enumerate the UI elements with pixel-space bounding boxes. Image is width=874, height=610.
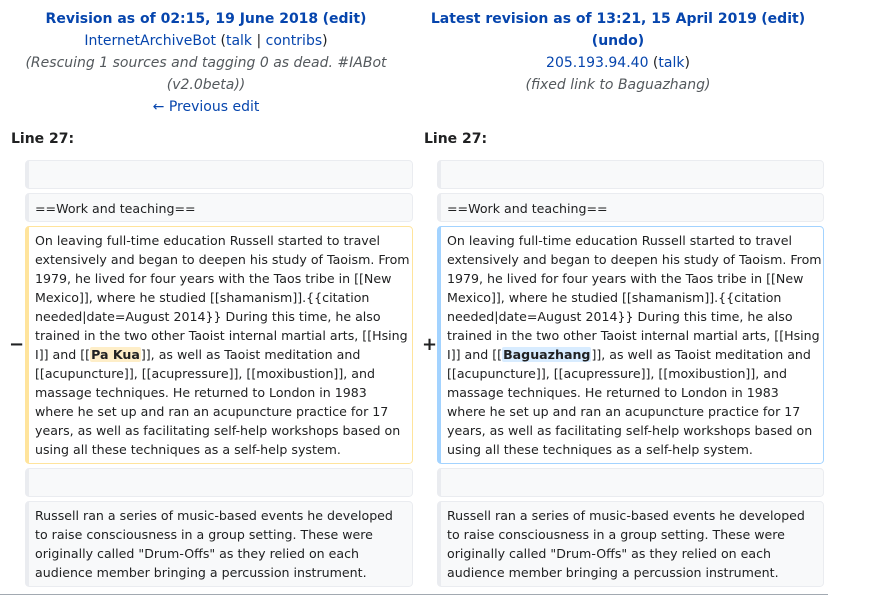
old-edit-link[interactable]: edit	[329, 11, 360, 27]
old-user-contribs-link[interactable]: contribs	[266, 33, 322, 49]
old-user-talk-link[interactable]: talk	[226, 33, 252, 49]
added-line-marker: +	[422, 334, 438, 355]
deleted-paragraph: On leaving full-time education Russell s…	[25, 226, 413, 464]
old-line-number: Line 27:	[11, 131, 75, 147]
new-user-talk-link[interactable]: talk	[658, 55, 684, 71]
new-edit-summary: (fixed link to Baguazhang)	[525, 77, 711, 93]
new-context-empty	[437, 160, 824, 189]
added-word: Baguazhang	[502, 347, 592, 362]
old-context-empty-2	[25, 468, 413, 497]
diff-bottom-divider	[0, 594, 828, 595]
old-context-empty	[25, 160, 413, 189]
undo-link[interactable]: undo	[598, 33, 638, 49]
old-user-link[interactable]: InternetArchiveBot	[84, 33, 216, 49]
new-context-paragraph: Russell ran a series of music-based even…	[437, 501, 824, 587]
old-context-heading: ==Work and teaching==	[25, 193, 413, 222]
new-context-empty-2	[437, 468, 824, 497]
new-revision-link[interactable]: Latest revision as of 13:21, 15 April 20…	[431, 11, 757, 27]
new-user-link[interactable]: 205.193.94.40	[546, 55, 648, 71]
old-revision-link[interactable]: Revision as of 02:15, 19 June 2018	[46, 11, 319, 27]
deleted-word: Pa Kua	[90, 347, 141, 362]
old-revision-header: Revision as of 02:15, 19 June 2018 (edit…	[0, 8, 412, 118]
new-context-heading: ==Work and teaching==	[437, 193, 824, 222]
added-paragraph: On leaving full-time education Russell s…	[437, 226, 824, 464]
new-line-number: Line 27:	[424, 131, 488, 147]
old-edit-summary: (Rescuing 1 sources and tagging 0 as dea…	[25, 55, 387, 93]
old-context-paragraph: Russell ran a series of music-based even…	[25, 501, 413, 587]
new-edit-link[interactable]: edit	[768, 11, 799, 27]
deleted-line-marker: −	[9, 334, 25, 355]
previous-edit-link[interactable]: ← Previous edit	[153, 99, 260, 115]
new-revision-header: Latest revision as of 13:21, 15 April 20…	[412, 8, 824, 96]
